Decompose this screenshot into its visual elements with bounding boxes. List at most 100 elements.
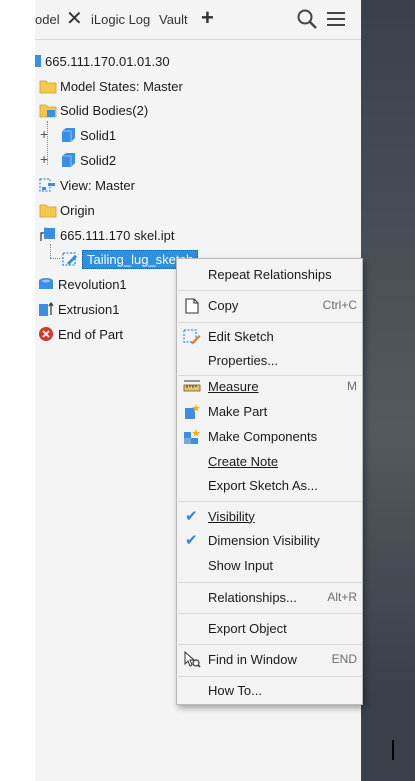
menu-icon[interactable] [325, 8, 347, 33]
expand-icon[interactable]: + [40, 151, 48, 167]
menu-separator [178, 644, 362, 645]
menu-item-label: How To... [208, 682, 262, 698]
menu-separator [178, 322, 362, 323]
menu-item-show-input[interactable]: Show Input [177, 554, 362, 576]
menu-item-label: Export Sketch As... [208, 477, 318, 493]
menu-item-visibility[interactable]: ✔ Visibility [177, 505, 362, 527]
close-icon[interactable]: ✕ [66, 6, 83, 31]
find-in-window-icon [183, 650, 201, 668]
menu-item-dimension-visibility[interactable]: ✔ Dimension Visibility [177, 529, 362, 551]
tree-item-label: Solid1 [80, 127, 117, 143]
menu-item-label: Show Input [208, 557, 274, 573]
graphics-window-gradient [361, 20, 415, 700]
menu-separator [178, 501, 362, 502]
tree-item-model-states[interactable]: Model States: Master [39, 75, 183, 97]
menu-item-export-sketch-as[interactable]: Export Sketch As... [177, 474, 362, 496]
menu-item-label: Relationships... [208, 589, 297, 605]
checkmark-icon: ✔ [185, 532, 198, 549]
menu-item-create-note[interactable]: Create Note [177, 450, 362, 472]
menu-item-copy[interactable]: Copy Ctrl+C [177, 294, 362, 316]
menu-item-label: Make Part [208, 403, 268, 419]
edit-sketch-icon [183, 328, 201, 345]
menu-item-find-in-window[interactable]: Find in Window END [177, 648, 362, 670]
checkmark-icon: ✔ [185, 508, 198, 525]
menu-item-label: Create Note [208, 453, 279, 469]
tree-item-label: Extrusion1 [58, 301, 120, 317]
menu-separator [178, 676, 362, 677]
measure-icon [183, 378, 201, 395]
menu-item-label: Make Components [208, 428, 318, 444]
menu-item-make-part[interactable]: Make Part [177, 400, 362, 422]
menu-item-label: Find in Window [208, 651, 297, 667]
add-tab-icon[interactable]: + [201, 5, 214, 31]
browser-tab-bar: odel ✕ iLogic Log Vault + [35, 0, 361, 40]
tree-line [50, 244, 51, 258]
menu-item-label: Properties... [208, 352, 279, 368]
solid-body-icon [59, 127, 77, 143]
tab-vault[interactable]: Vault [159, 12, 188, 27]
menu-item-label: Repeat Relationships [208, 266, 332, 282]
menu-item-edit-sketch[interactable]: Edit Sketch [177, 325, 362, 347]
menu-separator [178, 613, 362, 614]
tree-item-solid-bodies[interactable]: Solid Bodies(2) [39, 99, 148, 121]
menu-item-label: Copy [208, 297, 239, 313]
tree-item-extrusion[interactable]: Extrusion1 [37, 298, 119, 320]
solid-body-icon [59, 152, 77, 168]
expand-icon[interactable]: + [40, 126, 48, 142]
menu-item-label: Measure [208, 378, 259, 394]
menu-item-shortcut: M [347, 379, 357, 393]
menu-separator [178, 290, 362, 291]
menu-item-shortcut: Ctrl+C [322, 298, 357, 312]
menu-item-label: Export Object [208, 620, 287, 636]
folder-solid-icon [39, 102, 57, 118]
tree-root-label: 665.111.170.01.01.30 [45, 53, 170, 69]
menu-item-label: Edit Sketch [208, 328, 274, 344]
menu-item-shortcut: Alt+R [327, 590, 357, 604]
make-components-icon [183, 428, 201, 445]
tree-item-label: 665.111.170 skel.ipt [60, 227, 175, 243]
view-rep-icon [39, 177, 57, 193]
menu-item-repeat-relationships[interactable]: Repeat Relationships [177, 263, 362, 285]
menu-item-export-object[interactable]: Export Object [177, 617, 362, 639]
derived-part-icon [39, 226, 57, 243]
menu-item-label: Visibility [208, 508, 255, 524]
menu-item-relationships[interactable]: Relationships... Alt+R [177, 586, 362, 608]
menu-item-properties[interactable]: Properties... [177, 349, 362, 371]
end-of-part-icon [37, 326, 55, 342]
revolve-icon [37, 276, 55, 292]
context-menu: Repeat Relationships Copy Ctrl+C Edit Sk… [176, 258, 363, 705]
menu-item-how-to[interactable]: How To... [177, 679, 362, 701]
tree-item-solid2[interactable]: Solid2 [59, 149, 116, 171]
tree-item-label: Model States: Master [60, 78, 183, 94]
copy-icon [183, 297, 201, 314]
tree-item-solid1[interactable]: Solid1 [59, 124, 116, 146]
tree-item-label: Revolution1 [58, 276, 127, 292]
menu-item-measure[interactable]: Measure M [177, 375, 362, 397]
menu-item-make-components[interactable]: Make Components [177, 425, 362, 447]
make-part-icon [183, 403, 201, 420]
folder-icon [39, 78, 57, 94]
tree-item-end-of-part[interactable]: End of Part [37, 323, 123, 345]
text-cursor [392, 740, 394, 760]
part-icon [35, 53, 43, 69]
menu-item-label: Dimension Visibility [208, 532, 320, 548]
folder-icon [39, 202, 57, 218]
tab-model[interactable]: odel [35, 12, 60, 27]
tree-item-label: Solid2 [80, 152, 117, 168]
tree-line [50, 258, 60, 259]
tree-root[interactable]: 665.111.170.01.01.30 [35, 50, 170, 72]
tree-item-label: Origin [60, 202, 95, 218]
menu-item-shortcut: END [331, 652, 357, 666]
menu-separator [178, 582, 362, 583]
search-icon[interactable] [296, 8, 318, 33]
tree-item-label: End of Part [58, 326, 124, 342]
tree-item-label: View: Master [60, 177, 135, 193]
extrude-icon [37, 301, 55, 317]
tree-item-skel-part[interactable]: 665.111.170 skel.ipt [39, 224, 174, 246]
sketch-icon [61, 251, 79, 267]
tab-ilogic-log[interactable]: iLogic Log [91, 12, 150, 27]
tree-item-origin[interactable]: Origin [39, 199, 95, 221]
tree-item-label: Solid Bodies(2) [60, 102, 149, 118]
tree-item-revolution[interactable]: Revolution1 [37, 273, 127, 295]
tree-item-view[interactable]: View: Master [39, 174, 135, 196]
